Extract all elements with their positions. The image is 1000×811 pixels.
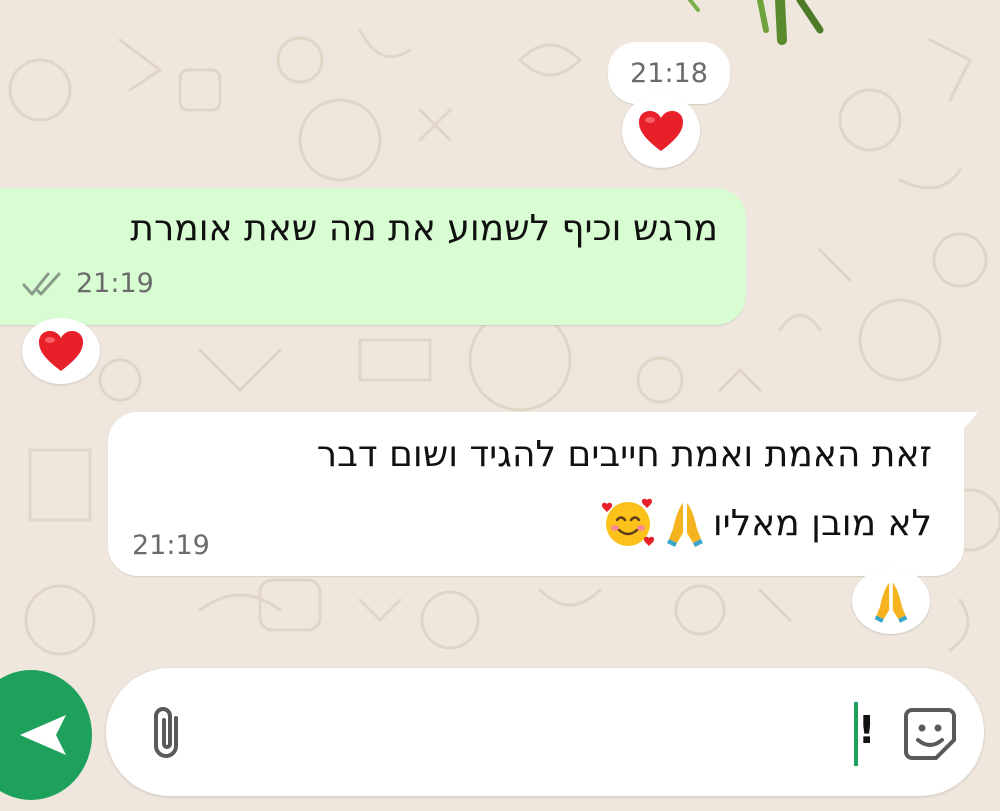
outgoing-message-bubble[interactable]: מרגש וכיף לשמוע את מה שאת אומרת 21:19 xyxy=(0,188,746,325)
heart-icon xyxy=(639,111,683,151)
paperclip-icon[interactable] xyxy=(148,706,188,762)
message-time: 21:19 xyxy=(132,530,210,561)
smiling-face-with-hearts-icon xyxy=(601,498,654,546)
chat-background: 21:18 מרגש וכיף לשמוע את מה שאת אומרת 21… xyxy=(0,0,1000,811)
message-text: מרגש וכיף לשמוע את מה שאת אומרת xyxy=(130,208,718,249)
plant-sticker-fragment xyxy=(688,0,824,45)
heart-icon xyxy=(39,331,83,371)
message-composer[interactable]: ! xyxy=(106,668,984,796)
message-text-line2-text: לא מובן מאליו xyxy=(712,502,932,544)
reaction-heart[interactable] xyxy=(622,94,700,168)
message-text-line2: לא מובן מאליו xyxy=(599,494,932,552)
message-meta: 21:19 xyxy=(22,268,154,299)
message-input-text[interactable]: ! xyxy=(858,708,875,752)
send-arrow-icon xyxy=(20,715,66,755)
folded-hands-icon xyxy=(666,503,703,547)
sticker-icon[interactable] xyxy=(902,706,958,762)
message-time: 21:19 xyxy=(76,268,154,299)
folded-hands-icon xyxy=(874,582,908,623)
incoming-message-bubble[interactable]: זאת האמת ואמת חייבים להגיד ושום דבר לא מ… xyxy=(108,412,964,576)
reaction-heart[interactable] xyxy=(22,318,100,384)
reaction-folded-hands[interactable] xyxy=(852,568,930,634)
double-check-icon xyxy=(22,272,61,295)
message-text-line1: זאת האמת ואמת חייבים להגיד ושום דבר xyxy=(316,434,932,475)
time-separator-label: 21:18 xyxy=(630,57,708,89)
